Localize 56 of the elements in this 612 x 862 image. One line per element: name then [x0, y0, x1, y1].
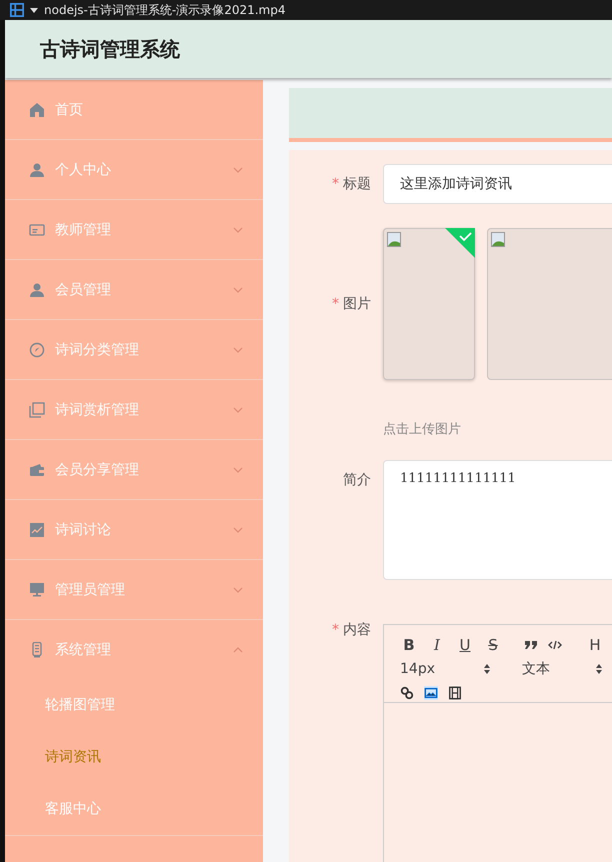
- format-select[interactable]: 文本: [500, 660, 602, 678]
- app-title: 古诗词管理系统: [40, 36, 180, 62]
- header-button[interactable]: H: [586, 636, 604, 654]
- menu-item[interactable]: 个人中心: [5, 140, 263, 199]
- field-label: 简介: [343, 472, 371, 488]
- card-icon: [29, 222, 45, 238]
- field-label: 标题: [343, 176, 371, 192]
- menu-item[interactable]: 诗词讨论: [5, 500, 263, 559]
- menu-item[interactable]: 系统管理: [5, 620, 263, 679]
- strikethrough-button[interactable]: S: [484, 636, 502, 654]
- menu-item[interactable]: 会员分享管理: [5, 440, 263, 499]
- copy-icon: [29, 402, 45, 418]
- home-icon: [29, 102, 45, 118]
- sort-arrows-icon[interactable]: [596, 664, 602, 674]
- required-mark: *: [332, 176, 339, 192]
- sort-arrows-icon[interactable]: [484, 664, 490, 674]
- format-select[interactable]: 14px: [400, 661, 490, 677]
- caret-icon[interactable]: [30, 8, 38, 12]
- wallet-icon: [29, 462, 45, 478]
- image-icon[interactable]: [424, 686, 438, 700]
- image-thumbnail[interactable]: [487, 228, 612, 380]
- submenu-item[interactable]: 轮播图管理: [5, 679, 263, 731]
- monitor-icon: [29, 582, 45, 598]
- menu-item[interactable]: 首页: [5, 80, 263, 139]
- italic-button[interactable]: I: [428, 636, 446, 654]
- submenu-item[interactable]: 诗词资讯: [5, 731, 263, 783]
- menu-item[interactable]: 教师管理: [5, 200, 263, 259]
- required-mark: *: [332, 622, 339, 638]
- person-icon: [29, 282, 45, 298]
- field-label: 图片: [343, 296, 371, 312]
- bold-button[interactable]: B: [400, 636, 418, 654]
- film-icon[interactable]: [448, 686, 462, 700]
- menu-item[interactable]: 诗词分类管理: [5, 320, 263, 379]
- field-label: 内容: [343, 622, 371, 638]
- rich-text-editor[interactable]: B I U S H 14px 文本: [383, 624, 612, 862]
- chart-icon: [29, 522, 45, 538]
- compass-icon: [29, 342, 45, 358]
- code-icon[interactable]: [548, 638, 562, 652]
- required-mark: *: [332, 296, 339, 312]
- image-thumbnail[interactable]: [383, 228, 475, 380]
- video-title: nodejs-古诗词管理系统-演示录像2021.mp4: [44, 2, 286, 18]
- broken-image-icon: [491, 232, 507, 248]
- submenu-item[interactable]: 客服中心: [5, 783, 263, 835]
- check-corner-icon: [445, 228, 475, 258]
- menu-item[interactable]: 诗词赏析管理: [5, 380, 263, 439]
- upload-hint[interactable]: 点击上传图片: [383, 420, 612, 460]
- person-icon: [29, 162, 45, 178]
- broken-image-icon: [387, 232, 403, 248]
- quote-icon[interactable]: [524, 638, 538, 652]
- menu-item[interactable]: 会员管理: [5, 260, 263, 319]
- underline-button[interactable]: U: [456, 636, 474, 654]
- title-field[interactable]: 这里添加诗词资讯: [383, 164, 612, 204]
- film-icon: [10, 3, 24, 17]
- menu-item[interactable]: 管理员管理: [5, 560, 263, 619]
- summary-field[interactable]: 11111111111111: [383, 460, 612, 580]
- link-icon[interactable]: [400, 686, 414, 700]
